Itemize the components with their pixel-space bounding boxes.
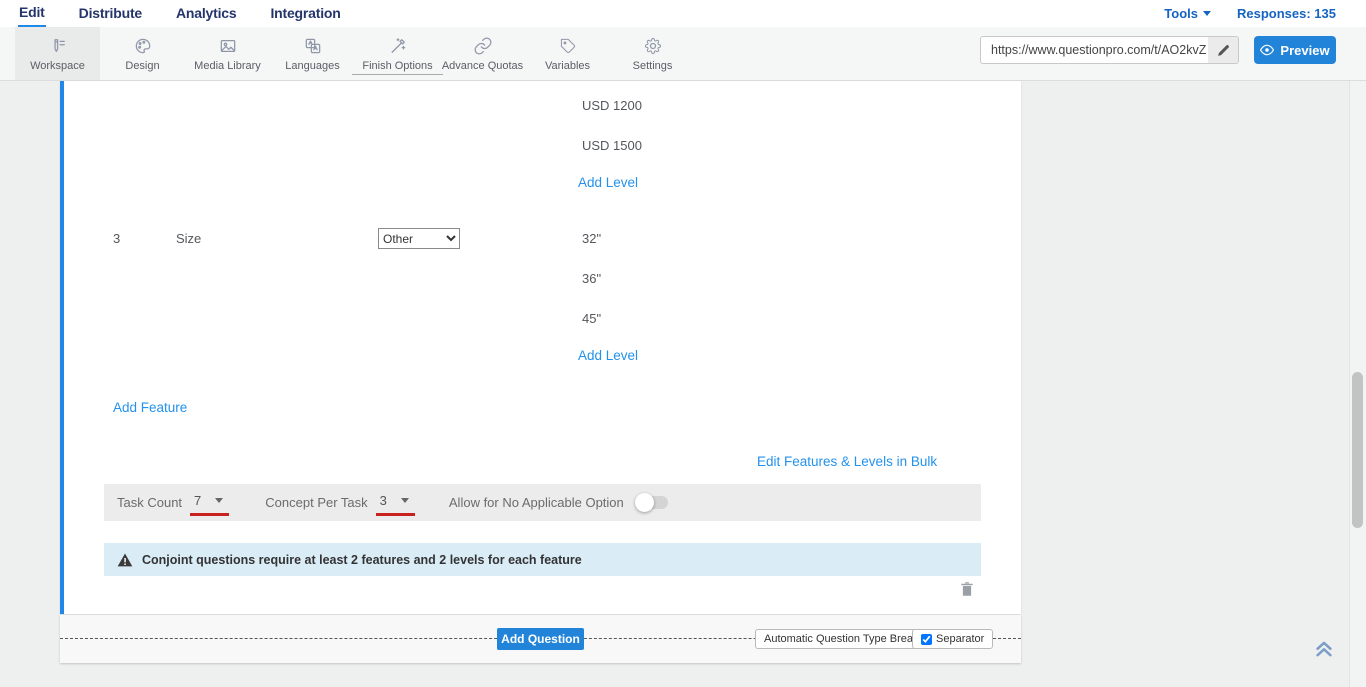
question-card [60,81,1021,614]
advance-quotas-icon [473,36,493,56]
toolbar-item-label: Finish Options [362,60,432,72]
tab-distribute[interactable]: Distribute [78,1,143,26]
toolbar-item-advance-quotas[interactable]: Advance Quotas [440,27,525,80]
auto-question-type-break-button[interactable]: Automatic Question Type Break [755,629,928,649]
finish-options-underline [352,74,443,75]
feature-number: 3 [113,231,120,246]
responses-count-link[interactable]: Responses: 135 [1237,6,1336,21]
tab-analytics[interactable]: Analytics [175,1,237,26]
level-value[interactable]: USD 1200 [582,98,642,113]
design-icon [133,36,153,56]
toolbar-item-label: Languages [285,60,339,72]
top-navigation: Edit Distribute Analytics Integration To… [0,0,1366,27]
toolbar-item-finish-options[interactable]: Finish Options [355,27,440,80]
task-count-dropdown[interactable]: 7 [190,493,229,516]
level-value[interactable]: 32" [582,231,601,246]
level-value[interactable]: USD 1500 [582,138,642,153]
concept-per-task-dropdown[interactable]: 3 [376,493,415,516]
survey-editor-page: Edit Distribute Analytics Integration To… [0,0,1366,687]
toggle-knob [635,493,654,512]
warning-text: Conjoint questions require at least 2 fe… [142,553,582,567]
chevron-down-icon [215,498,223,503]
topnav-right: Tools Responses: 135 [1164,6,1336,21]
tab-integration[interactable]: Integration [269,1,341,26]
bulk-edit-link[interactable]: Edit Features & Levels in Bulk [757,454,937,469]
toolbar-item-label: Media Library [194,60,261,72]
variables-icon [558,36,578,56]
languages-icon [303,36,323,56]
separator-label: Separator [936,633,984,645]
trash-icon [958,579,976,599]
add-level-link[interactable]: Add Level [578,348,638,363]
survey-url-box: https://www.questionpro.com/t/AO2kvZ [980,36,1239,64]
eye-icon [1260,43,1274,57]
chevron-down-icon [1203,11,1211,16]
toolbar-item-design[interactable]: Design [100,27,185,80]
feature-type-select[interactable]: Other [378,228,460,249]
separator-checkbox[interactable] [921,634,932,645]
chevron-down-icon [401,498,409,503]
question-active-indicator [60,81,64,614]
add-question-button[interactable]: Add Question [497,628,584,650]
delete-question-button[interactable] [958,579,976,599]
concept-per-task-label: Concept Per Task [265,495,367,510]
pencil-icon [1217,44,1230,57]
toolbar-item-label: Design [125,60,159,72]
task-count-value: 7 [194,493,201,508]
media-library-icon [218,36,238,56]
preview-button[interactable]: Preview [1254,36,1336,64]
survey-url-input[interactable]: https://www.questionpro.com/t/AO2kvZ [981,37,1208,63]
toolbar-item-label: Workspace [30,60,85,72]
toolbar-item-settings[interactable]: Settings [610,27,695,80]
finish-options-icon [388,36,408,56]
preview-label: Preview [1280,43,1329,58]
warning-icon [117,552,133,568]
separator-option[interactable]: Separator [912,629,993,649]
feature-name[interactable]: Size [176,231,201,246]
no-applicable-toggle[interactable] [638,496,668,509]
add-feature-link[interactable]: Add Feature [113,400,187,415]
tools-dropdown[interactable]: Tools [1164,6,1211,21]
scrollbar-thumb[interactable] [1352,372,1363,528]
concept-per-task-value: 3 [380,493,387,508]
conjoint-warning-banner: Conjoint questions require at least 2 fe… [104,543,981,576]
settings-icon [643,36,663,56]
tools-label: Tools [1164,6,1198,21]
scroll-to-top-button[interactable] [1310,633,1338,661]
conjoint-settings-bar: Task Count 7 Concept Per Task 3 Allow fo… [104,484,981,521]
level-value[interactable]: 36" [582,271,601,286]
add-level-link[interactable]: Add Level [578,175,638,190]
workspace-icon [48,36,68,56]
task-count-label: Task Count [117,495,182,510]
toolbar-item-media-library[interactable]: Media Library [185,27,270,80]
level-value[interactable]: 45" [582,311,601,326]
no-applicable-label: Allow for No Applicable Option [449,495,624,510]
chevrons-up-icon [1310,633,1338,661]
toolbar-item-variables[interactable]: Variables [525,27,610,80]
toolbar-item-languages[interactable]: Languages [270,27,355,80]
toolbar-item-label: Variables [545,60,590,72]
tab-edit[interactable]: Edit [18,0,46,27]
toolbar-item-label: Settings [633,60,673,72]
toolbar-item-label: Advance Quotas [442,60,523,72]
toolbar-item-workspace[interactable]: Workspace [15,27,100,80]
edit-url-button[interactable] [1208,37,1238,63]
